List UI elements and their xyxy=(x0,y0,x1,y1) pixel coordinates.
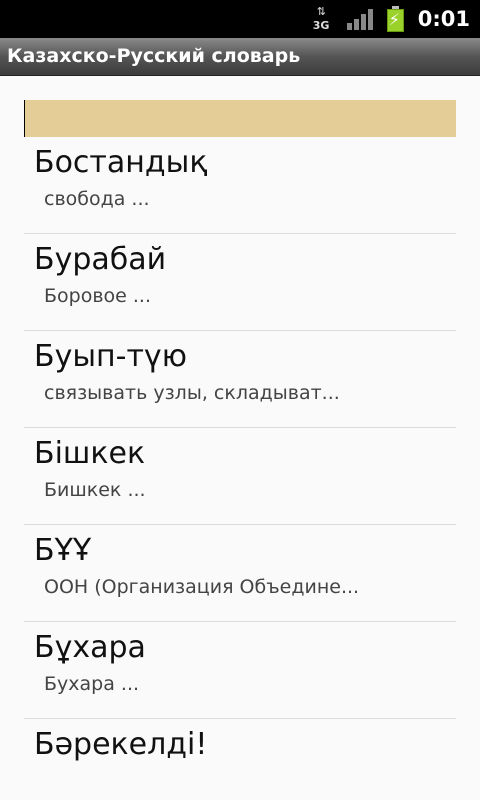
entry-word: Бішкек xyxy=(34,436,146,471)
entry-word: Буып-түю xyxy=(34,339,187,374)
entry-word: БҰҰ xyxy=(34,533,92,568)
entry-word: Бостандық xyxy=(34,145,208,180)
entry-word: Бұхара xyxy=(34,630,146,665)
entry-translation: Боровое ... xyxy=(44,285,152,307)
entry-translation: Бишкек ... xyxy=(44,479,146,501)
list-item[interactable]: Бішкек Бишкек ... xyxy=(24,428,456,525)
status-icons: ⇅ 3G ⚡ 0:01 xyxy=(311,0,480,38)
clock: 0:01 xyxy=(417,7,470,31)
app-title: Казахско-Русский словарь xyxy=(7,45,301,67)
search-input[interactable] xyxy=(24,100,456,137)
entry-word: Бурабай xyxy=(34,242,167,277)
list-item[interactable]: Бостандық свобода ... xyxy=(24,137,456,234)
app-title-bar: Казахско-Русский словарь xyxy=(0,38,480,76)
dictionary-list[interactable]: Бостандық свобода ... Бурабай Боровое ..… xyxy=(24,137,456,800)
network-type-label: 3G xyxy=(312,19,330,32)
list-item[interactable]: Бәрекелді! xyxy=(24,719,456,800)
battery-charging-icon: ⚡ xyxy=(386,6,404,32)
list-item[interactable]: Бурабай Боровое ... xyxy=(24,234,456,331)
entry-translation: Бухара ... xyxy=(44,673,140,695)
network-3g-icon: ⇅ 3G xyxy=(311,4,337,34)
list-item[interactable]: Бұхара Бухара ... xyxy=(24,622,456,719)
list-item[interactable]: Буып-түю связывать узлы, складыват... xyxy=(24,331,456,428)
entry-translation: свобода ... xyxy=(44,188,150,210)
signal-strength-icon xyxy=(346,8,373,30)
list-item[interactable]: БҰҰ ООН (Организация Объедине... xyxy=(24,525,456,622)
data-arrows-icon: ⇅ xyxy=(316,5,326,18)
entry-translation: связывать узлы, складыват... xyxy=(44,382,340,404)
entry-word: Бәрекелді! xyxy=(34,727,208,762)
status-bar: ⇅ 3G ⚡ 0:01 xyxy=(0,0,480,38)
entry-translation: ООН (Организация Объедине... xyxy=(44,576,360,598)
